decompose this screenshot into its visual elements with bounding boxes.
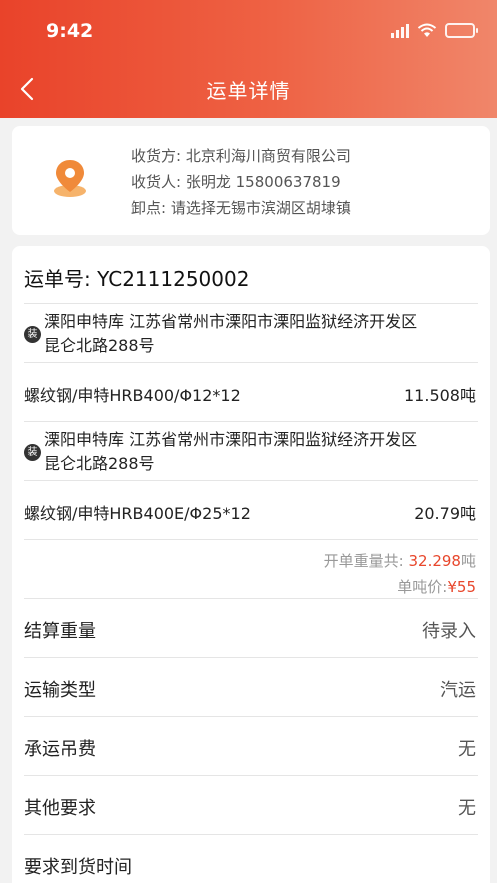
product-weight: 11.508吨 <box>404 386 476 405</box>
product-name: 螺纹钢/申特HRB400E/Φ25*12 <box>24 504 251 523</box>
load-address: 溧阳申特库 江苏省常州市溧阳市溧阳监狱经济开发区 昆仑北路288号 <box>44 310 474 358</box>
wifi-icon <box>417 23 437 37</box>
status-time: 9:42 <box>46 20 94 42</box>
arrival-time-label: 要求到货时间 <box>24 857 132 878</box>
divider <box>24 362 478 363</box>
load-address-line: 溧阳申特库 江苏省常州市溧阳市溧阳监狱经济开发区 <box>44 312 418 331</box>
waybill-value: YC2111250002 <box>97 267 250 291</box>
unload-line[interactable]: 卸点: 请选择无锡市滨湖区胡埭镇 <box>131 197 351 218</box>
waybill-card: 运单号: YC2111250002 装 溧阳申特库 江苏省常州市溧阳市溧阳监狱经… <box>12 246 490 883</box>
waybill-number: 运单号: YC2111250002 <box>24 263 249 292</box>
contact-name: 张明龙 <box>185 173 231 191</box>
total-weight: 开单重量共: 32.298吨 <box>324 550 476 571</box>
divider <box>24 598 478 599</box>
receiver-card: 收货方: 北京利海川商贸有限公司 收货人: 张明龙 15800637819 卸点… <box>12 126 490 235</box>
divider <box>24 303 478 304</box>
settlement-weight-value[interactable]: 待录入 <box>422 617 476 643</box>
unit-price-label: 单吨价: <box>397 578 448 596</box>
total-weight-value: 32.298 <box>408 552 461 570</box>
load-badge: 装 <box>24 326 41 343</box>
crane-fee-label: 承运吊费 <box>24 739 96 760</box>
total-weight-label: 开单重量共: <box>323 552 404 570</box>
contact-line: 收货人: 张明龙 15800637819 <box>131 171 341 192</box>
total-weight-unit: 吨 <box>460 552 476 570</box>
other-requirements-label: 其他要求 <box>24 798 96 819</box>
divider <box>24 539 478 540</box>
consignee-label: 收货方: <box>131 147 182 165</box>
page-title: 运单详情 <box>206 79 291 103</box>
unit-price-value: ¥55 <box>447 578 476 596</box>
app-header: 9:42 运单详情 <box>0 0 497 118</box>
location-pin-icon <box>54 160 86 197</box>
load-badge: 装 <box>24 444 41 461</box>
unit-price: 单吨价:¥55 <box>397 576 476 597</box>
other-requirements-value: 无 <box>458 798 476 819</box>
divider <box>24 834 478 835</box>
battery-icon <box>445 22 478 38</box>
load-address-line: 昆仑北路288号 <box>44 454 155 473</box>
divider <box>24 480 478 481</box>
contact-phone[interactable]: 15800637819 <box>236 173 341 191</box>
consignee-line: 收货方: 北京利海川商贸有限公司 <box>131 145 351 166</box>
unload-label: 卸点: <box>131 199 167 217</box>
divider <box>24 657 478 658</box>
divider <box>24 716 478 717</box>
load-address: 溧阳申特库 江苏省常州市溧阳市溧阳监狱经济开发区 昆仑北路288号 <box>44 428 474 476</box>
transport-type-label: 运输类型 <box>24 680 96 701</box>
contact-label: 收货人: <box>131 173 182 191</box>
divider <box>24 421 478 422</box>
load-address-line: 昆仑北路288号 <box>44 336 155 355</box>
status-icons <box>391 22 478 38</box>
transport-type-value: 汽运 <box>440 680 476 701</box>
load-address-line: 溧阳申特库 江苏省常州市溧阳市溧阳监狱经济开发区 <box>44 430 418 449</box>
waybill-label: 运单号: <box>24 267 91 291</box>
product-name: 螺纹钢/申特HRB400/Φ12*12 <box>24 386 241 405</box>
settlement-weight-label: 结算重量 <box>24 621 96 642</box>
consignee-value: 北京利海川商贸有限公司 <box>185 147 351 165</box>
divider <box>24 775 478 776</box>
product-weight: 20.79吨 <box>414 504 476 523</box>
unload-value: 请选择无锡市滨湖区胡埭镇 <box>170 199 351 217</box>
signal-icon <box>391 22 409 38</box>
crane-fee-value: 无 <box>458 739 476 760</box>
